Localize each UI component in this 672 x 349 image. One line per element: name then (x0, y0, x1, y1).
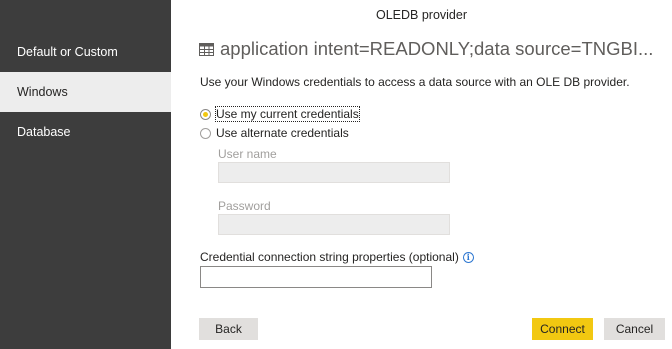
back-button[interactable]: Back (199, 318, 258, 340)
connect-button[interactable]: Connect (532, 318, 593, 340)
connection-string-label: Credential connection string properties … (200, 250, 474, 264)
radio-alternate[interactable] (200, 127, 211, 139)
radio-alternate-label: Use alternate credentials (216, 126, 349, 140)
table-icon (199, 42, 214, 56)
dialog-title: OLEDB provider (375, 8, 467, 22)
sidebar-item-default-or-custom[interactable]: Default or Custom (0, 32, 171, 72)
password-label: Password (218, 199, 271, 213)
radio-current-label: Use my current credentials (215, 106, 360, 122)
use-current-credentials-option[interactable]: Use my current credentials (200, 106, 360, 122)
radio-current[interactable] (200, 108, 211, 120)
heading-text: application intent=READONLY;data source=… (220, 38, 654, 59)
main-panel: OLEDB provider application intent=READON… (171, 0, 672, 349)
cancel-button[interactable]: Cancel (604, 318, 665, 340)
password-input[interactable] (218, 214, 450, 235)
sidebar-item-database[interactable]: Database (0, 112, 171, 152)
data-source-heading: application intent=READONLY;data source=… (199, 38, 669, 60)
sidebar: Default or Custom Windows Database (0, 0, 171, 349)
username-input[interactable] (218, 162, 450, 183)
username-label: User name (218, 147, 277, 161)
connection-string-input[interactable] (200, 266, 432, 288)
description: Use your Windows credentials to access a… (200, 75, 630, 89)
use-alternate-credentials-option[interactable]: Use alternate credentials (200, 126, 349, 140)
sidebar-item-windows[interactable]: Windows (0, 72, 171, 112)
connection-string-label-text: Credential connection string properties … (200, 250, 459, 264)
info-icon[interactable]: i (462, 251, 474, 263)
